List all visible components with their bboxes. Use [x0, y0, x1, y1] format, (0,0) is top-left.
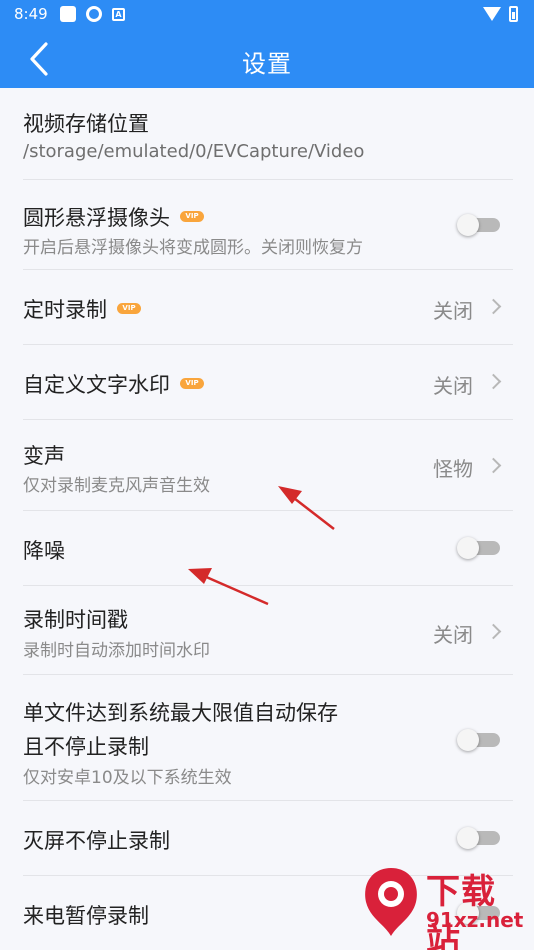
setting-description: 开启后悬浮摄像头将变成圆形。关闭则恢复方	[23, 238, 363, 258]
watermark-url: 91xz.net	[426, 908, 524, 932]
notification-gear-icon	[86, 6, 102, 22]
setting-description: 仅对录制麦克风声音生效	[23, 476, 210, 496]
screen-off-toggle[interactable]	[457, 827, 500, 849]
setting-value: 关闭	[433, 299, 473, 323]
setting-label-line2: 且不停止录制	[23, 735, 149, 759]
setting-label: 视频存储位置	[23, 112, 149, 136]
setting-label: 降噪	[23, 539, 65, 563]
toggle-knob	[457, 537, 479, 559]
chevron-right-icon	[485, 298, 502, 315]
setting-text-watermark[interactable]: 自定义文字水印 VIP 关闭	[23, 345, 513, 420]
setting-label: 圆形悬浮摄像头 VIP	[23, 202, 204, 232]
setting-timestamp[interactable]: 录制时间戳 录制时自动添加时间水印 关闭	[23, 586, 513, 675]
chevron-right-icon	[485, 623, 502, 640]
toggle-knob	[457, 214, 479, 236]
page-title: 设置	[242, 50, 292, 78]
status-bar: 8:49 A	[0, 0, 534, 30]
setting-description: 录制时自动添加时间水印	[23, 641, 210, 661]
site-watermark: 下载站 91xz.net	[358, 862, 528, 950]
setting-label: 定时录制 VIP	[23, 294, 141, 324]
toggle-knob	[457, 729, 479, 751]
status-notification-icons: A	[60, 6, 125, 22]
vip-badge: VIP	[180, 377, 204, 389]
battery-icon	[509, 6, 518, 22]
notification-square-icon	[60, 6, 76, 22]
setting-storage-location[interactable]: 视频存储位置 /storage/emulated/0/EVCapture/Vid…	[23, 88, 513, 180]
setting-label: 变声	[23, 444, 65, 468]
app-bar: 设置	[0, 30, 534, 88]
setting-value: 怪物	[433, 457, 473, 481]
setting-scheduled-recording[interactable]: 定时录制 VIP 关闭	[23, 270, 513, 345]
setting-label: 来电暂停录制	[23, 904, 149, 928]
setting-voice-changer[interactable]: 变声 仅对录制麦克风声音生效 怪物	[23, 420, 513, 511]
auto-save-toggle[interactable]	[457, 729, 500, 751]
notification-a-icon: A	[112, 7, 125, 21]
round-camera-toggle[interactable]	[457, 214, 500, 236]
setting-value: 关闭	[433, 374, 473, 398]
setting-auto-save-large-file[interactable]: 单文件达到系统最大限值自动保存 且不停止录制 仅对安卓10及以下系统生效	[23, 675, 513, 801]
setting-label: 灭屏不停止录制	[23, 829, 170, 853]
vip-badge: VIP	[180, 210, 204, 222]
chevron-right-icon	[485, 457, 502, 474]
setting-description: /storage/emulated/0/EVCapture/Video	[23, 141, 365, 162]
setting-value: 关闭	[433, 623, 473, 647]
chevron-right-icon	[485, 373, 502, 390]
status-system-icons	[483, 6, 518, 22]
status-time: 8:49	[14, 5, 48, 23]
vip-badge: VIP	[117, 302, 141, 314]
wifi-icon	[483, 7, 501, 21]
setting-description: 仅对安卓10及以下系统生效	[23, 768, 232, 788]
setting-label-line1: 单文件达到系统最大限值自动保存	[23, 701, 338, 725]
setting-label: 录制时间戳	[23, 608, 128, 632]
noise-reduction-toggle[interactable]	[457, 537, 500, 559]
toggle-knob	[457, 827, 479, 849]
setting-label: 自定义文字水印 VIP	[23, 369, 204, 399]
settings-list: 视频存储位置 /storage/emulated/0/EVCapture/Vid…	[0, 88, 534, 950]
watermark-logo-icon	[365, 868, 417, 936]
setting-round-camera[interactable]: 圆形悬浮摄像头 VIP 开启后悬浮摄像头将变成圆形。关闭则恢复方	[23, 180, 513, 270]
watermark-text: 下载站	[426, 872, 496, 950]
setting-noise-reduction[interactable]: 降噪	[23, 511, 513, 586]
